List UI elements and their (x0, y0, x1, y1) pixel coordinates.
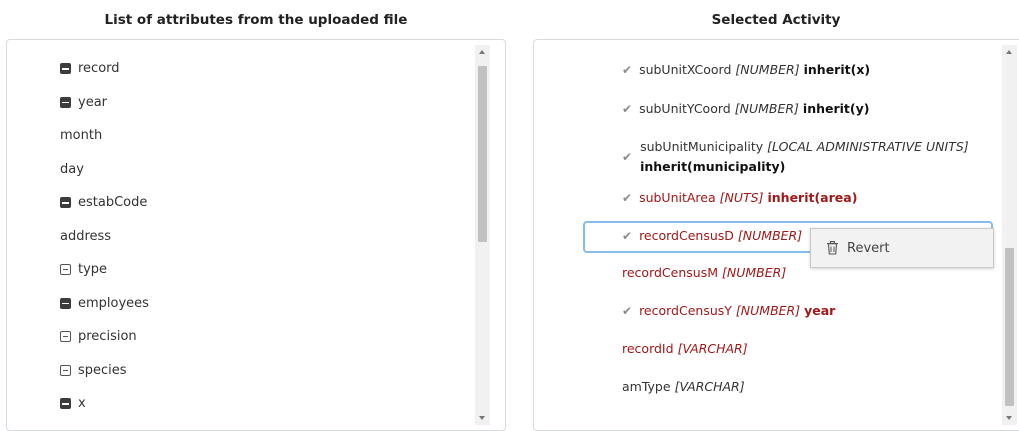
activity-item-name: subUnitXCoord (639, 62, 732, 77)
activity-item-subunitmunicipality[interactable]: ✔ subUnitMunicipality [LOCAL ADMINISTRAT… (622, 137, 969, 177)
outline-square-icon (60, 331, 71, 343)
trash-icon (827, 241, 838, 255)
activity-item-name: recordCensusY (639, 303, 732, 318)
activity-item-name: recordCensusM (622, 265, 719, 280)
activity-item-type: [VARCHAR] (674, 379, 745, 394)
activity-item-name: recordId (622, 341, 674, 356)
attribute-label: estabCode (78, 195, 148, 211)
activity-item-recordcensusd[interactable]: ✔ recordCensusD [NUMBER] (622, 228, 802, 243)
activity-item-amtype[interactable]: amType [VARCHAR] (622, 379, 745, 394)
outline-square-icon (60, 264, 71, 276)
activity-item-recordcensusm[interactable]: recordCensusM [NUMBER] (622, 265, 786, 280)
attribute-item-x[interactable]: x (60, 387, 149, 421)
attribute-item-precision[interactable]: precision (60, 320, 149, 354)
revert-label: Revert (847, 240, 890, 256)
check-icon: ✔ (622, 150, 633, 164)
attribute-item-year[interactable]: year (60, 86, 149, 120)
activity-item-name: subUnitYCoord (639, 101, 731, 116)
filled-square-icon (60, 63, 71, 75)
activity-item-name: subUnitArea (639, 190, 716, 205)
filled-square-icon (60, 197, 71, 209)
activity-item-inherit: inherit(y) (802, 101, 870, 116)
activity-item-inherit: inherit(municipality) (640, 159, 786, 174)
attribute-label: year (78, 94, 108, 110)
attribute-label: type (78, 262, 108, 278)
attribute-label: employees (78, 295, 149, 311)
filled-square-icon (60, 398, 71, 410)
scroll-down-arrow-icon[interactable] (479, 416, 485, 420)
outline-square-icon (60, 364, 71, 376)
check-icon: ✔ (622, 101, 633, 116)
activity-item-type: [VARCHAR] (677, 341, 748, 356)
scroll-up-arrow-icon[interactable] (479, 50, 485, 54)
activity-item-subunitxcoord[interactable]: ✔ subUnitXCoord [NUMBER] inherit(x) (622, 62, 870, 77)
attribute-item-month[interactable]: month (60, 119, 149, 153)
right-scrollbar[interactable] (1002, 45, 1017, 425)
activity-item-type: [NUTS] (719, 190, 764, 205)
revert-menu-item[interactable]: Revert (811, 241, 890, 256)
activity-item-recordcensusy[interactable]: ✔ recordCensusY [NUMBER] year (622, 303, 835, 318)
filled-square-icon (60, 297, 71, 309)
attribute-item-estabcode[interactable]: estabCode (60, 186, 149, 220)
scrollbar-thumb[interactable] (478, 66, 487, 242)
attribute-label: day (60, 161, 84, 177)
attribute-item-day[interactable]: day (60, 153, 149, 187)
activity-item-name: amType (622, 379, 671, 394)
left-scrollbar[interactable] (475, 45, 490, 425)
attribute-label: x (78, 396, 86, 412)
check-icon: ✔ (622, 62, 633, 77)
activity-item-type: [NUMBER] (734, 101, 799, 116)
activity-item-inherit: inherit(x) (803, 62, 871, 77)
activity-item-recordid[interactable]: recordId [VARCHAR] (622, 341, 748, 356)
activity-item-type: [NUMBER] (735, 62, 800, 77)
attribute-list: record year month day estabCode address … (60, 52, 149, 421)
filled-square-icon (60, 96, 71, 108)
attribute-label: address (60, 228, 112, 244)
attribute-label: precision (78, 329, 137, 345)
activity-item-name: subUnitMunicipality (640, 139, 764, 154)
activity-item-subunitarea[interactable]: ✔ subUnitArea [NUTS] inherit(area) (622, 190, 857, 205)
attribute-item-employees[interactable]: employees (60, 287, 149, 321)
attribute-item-type[interactable]: type (60, 253, 149, 287)
activity-item-type: [NUMBER] (737, 228, 803, 243)
scrollbar-thumb[interactable] (1005, 248, 1014, 406)
check-icon: ✔ (622, 190, 633, 205)
attribute-list-panel: record year month day estabCode address … (6, 39, 506, 431)
activity-item-inherit: inherit(area) (767, 190, 858, 205)
scroll-up-arrow-icon[interactable] (1006, 50, 1012, 54)
attribute-label: month (60, 128, 103, 144)
activity-item-subunitycoord[interactable]: ✔ subUnitYCoord [NUMBER] inherit(y) (622, 101, 869, 116)
activity-item-type: [NUMBER] (735, 303, 801, 318)
activity-item-type: [NUMBER] (722, 265, 787, 280)
activity-item-name: recordCensusD (639, 228, 734, 243)
scroll-down-arrow-icon[interactable] (1006, 416, 1012, 420)
check-icon: ✔ (622, 228, 633, 243)
attribute-label: species (78, 362, 127, 378)
attribute-item-record[interactable]: record (60, 52, 149, 86)
right-panel-title: Selected Activity (711, 12, 841, 28)
activity-item-inherit: year (804, 303, 836, 318)
selected-activity-panel: ✔ subUnitXCoord [NUMBER] inherit(x) ✔ su… (533, 39, 1019, 431)
context-menu: Revert (810, 228, 994, 268)
check-icon: ✔ (622, 303, 633, 318)
attribute-label: record (78, 61, 120, 77)
activity-item-type: [LOCAL ADMINISTRATIVE UNITS] (767, 139, 969, 154)
attribute-item-species[interactable]: species (60, 354, 149, 388)
left-panel-title: List of attributes from the uploaded fil… (104, 12, 408, 28)
attribute-item-address[interactable]: address (60, 220, 149, 254)
